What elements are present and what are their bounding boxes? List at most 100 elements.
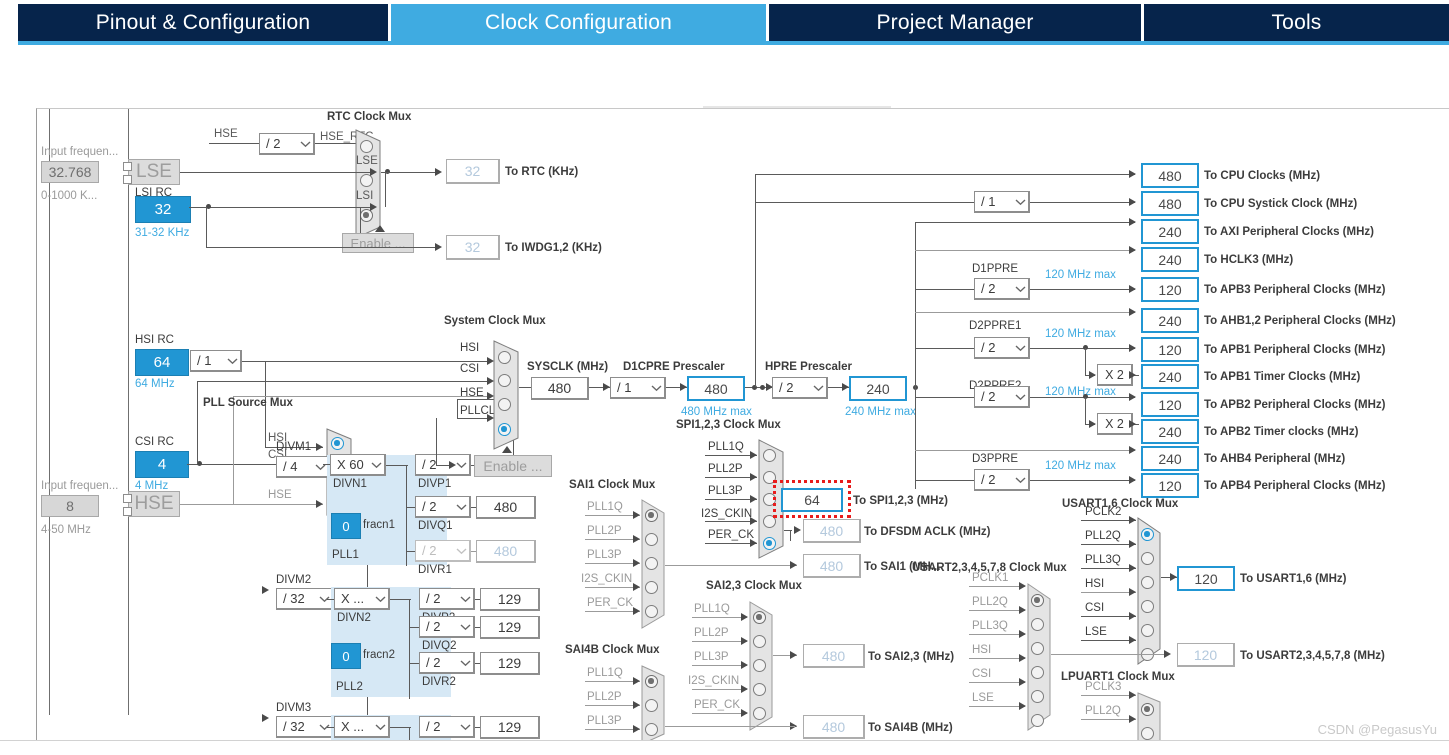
output-value-apb1-peripheral[interactable]: 120 [1141,337,1199,362]
sysmux-enable-button[interactable]: Enable ... [474,455,552,477]
divm3-combo[interactable]: / 32 [276,716,334,738]
sai1-mux-radio-per-ck[interactable] [645,605,658,618]
d1cpre-combo[interactable]: / 1 [610,377,666,399]
usart2345-output-value[interactable]: 120 [1177,643,1235,667]
sysmux-radio-csi[interactable] [498,374,511,387]
sai4b-clock-mux[interactable] [641,665,665,741]
divm2-combo[interactable]: / 32 [276,588,334,610]
d2ppre2-combo[interactable]: / 2 [974,386,1030,408]
pll3p-value[interactable]: 129 [480,716,540,739]
output-value-ahb12-peripheral[interactable]: 240 [1141,308,1199,333]
output-value-apb2-peripheral[interactable]: 120 [1141,392,1199,417]
sai23-mux-radio-pll3p[interactable] [753,659,766,672]
spi-mux-radio-pll1q[interactable] [763,449,776,462]
hpre-combo[interactable]: / 2 [772,377,828,399]
tab-pinout-configuration[interactable]: Pinout & Configuration [18,4,388,42]
d3ppre-combo[interactable]: / 2 [974,469,1030,491]
tab-clock-configuration[interactable]: Clock Configuration [391,4,766,42]
pll1q-value[interactable]: 480 [476,496,536,519]
sysmux-radio-hsi[interactable] [498,351,511,364]
usart2345-mux-radio-pll2q[interactable] [1031,618,1044,631]
tab-project-manager[interactable]: Project Manager [769,4,1141,42]
output-value-axi-peripheral[interactable]: 240 [1141,219,1199,244]
csi-rc-value[interactable]: 4 [135,451,189,478]
spi-output-value[interactable]: 64 [781,488,843,512]
output-value-apb3-peripheral[interactable]: 120 [1141,277,1199,302]
sai23-mux-radio-per-ck[interactable] [753,707,766,720]
rtc-hse-divider[interactable]: / 2 [259,133,315,155]
usart16-mux-radio-hsi[interactable] [1141,600,1154,613]
to-iwdg-value[interactable]: 32 [446,235,500,260]
divn2-combo[interactable]: X ... [334,588,390,610]
sai23-mux-radio-pll2p[interactable] [753,635,766,648]
output-value-apb2-timer[interactable]: 240 [1141,419,1199,444]
sai4b-output-value[interactable]: 480 [803,715,865,739]
pll-source-radio-hsi[interactable] [331,437,344,450]
sai1-mux-radio-pll1q[interactable] [645,509,658,522]
usart16-mux-radio-pclk2[interactable] [1141,528,1154,541]
output-value-cpu-clocks[interactable]: 480 [1141,163,1199,188]
rtc-clock-mux[interactable] [355,129,381,239]
sysmux-radio-hse[interactable] [498,398,511,411]
usart16-mux-radio-pll3q[interactable] [1141,576,1154,589]
sai23-output-value[interactable]: 480 [803,644,865,668]
sai4b-mux-radio-pll2p[interactable] [645,699,658,712]
fracn2-value[interactable]: 0 [331,643,361,669]
output-value-apb4-peripheral[interactable]: 120 [1141,473,1199,498]
clock-tree-canvas[interactable]: Input frequen... 32.768 0-1000 K... LSE … [36,108,1449,741]
divn3-combo[interactable]: X ... [334,716,390,738]
system-clock-mux[interactable] [493,340,519,450]
lpuart1-mux-radio-pclk3[interactable] [1141,703,1154,716]
usart16-mux-radio-csi[interactable] [1141,624,1154,637]
output-value-hclk3[interactable]: 240 [1141,247,1199,272]
divn1-combo[interactable]: X 60 [330,454,386,476]
output-value-cpu-systick[interactable]: 480 [1141,191,1199,216]
usart2345-mux-radio-lse[interactable] [1031,714,1044,727]
systick-divider-combo[interactable]: / 1 [974,191,1030,213]
usart2345-clock-mux[interactable] [1027,583,1051,731]
rtc-enable-button[interactable]: Enable ... [342,233,414,253]
fracn1-value[interactable]: 0 [331,513,361,539]
sysmux-radio-pllclk[interactable] [498,423,511,436]
dfsdm-output-value[interactable]: 480 [803,519,861,543]
usart16-clock-mux[interactable] [1137,517,1161,665]
output-value-apb1-timer[interactable]: 240 [1141,364,1199,389]
divr2-combo[interactable]: / 2 [419,652,475,674]
sai1-mux-radio-pll3p[interactable] [645,557,658,570]
sai1-mux-radio-i2s-ckin[interactable] [645,581,658,594]
lse-source-box[interactable]: LSE [128,159,180,185]
divm1-combo[interactable]: / 4 [276,456,330,478]
sai4b-mux-radio-pll1q[interactable] [645,675,658,688]
d1ppre-combo[interactable]: / 2 [974,278,1030,300]
to-rtc-value[interactable]: 32 [446,159,500,184]
pll2q-value[interactable]: 129 [480,616,540,639]
usart2345-mux-radio-hsi[interactable] [1031,666,1044,679]
divr1-combo[interactable]: / 2 [415,540,471,562]
divp3-combo[interactable]: / 2 [419,716,475,738]
lpuart1-mux-radio-pll2q[interactable] [1141,727,1154,740]
divq2-combo[interactable]: / 2 [419,616,475,638]
hsi-divider[interactable]: / 1 [190,350,242,372]
lpuart1-clock-mux[interactable] [1137,692,1161,741]
hse-source-box[interactable]: HSE [128,491,180,517]
pll2r-value[interactable]: 129 [480,652,540,675]
divq1-combo[interactable]: / 2 [415,496,471,518]
lse-input-frequency-field[interactable]: 32.768 [41,161,99,183]
sysclk-value[interactable]: 480 [531,377,589,400]
divp2-combo[interactable]: / 2 [419,588,475,610]
hse-input-frequency-field[interactable]: 8 [41,495,99,517]
sai1-clock-mux[interactable] [641,499,665,629]
usart16-mux-radio-pll2q[interactable] [1141,552,1154,565]
sai23-clock-mux[interactable] [749,601,773,731]
usart16-output-value[interactable]: 120 [1177,566,1235,591]
lsi-rc-value[interactable]: 32 [135,196,191,223]
usart2345-mux-radio-pclk1[interactable] [1031,594,1044,607]
hpre-output-value[interactable]: 240 [849,376,907,401]
d1cpre-output-value[interactable]: 480 [687,376,745,401]
hsi-rc-value[interactable]: 64 [135,349,189,376]
usart2345-mux-radio-csi[interactable] [1031,690,1044,703]
output-value-ahb4-peripheral[interactable]: 240 [1141,446,1199,471]
sai23-mux-radio-pll1q[interactable] [753,611,766,624]
pll2p-value[interactable]: 129 [480,588,540,611]
sai1-mux-radio-pll2p[interactable] [645,533,658,546]
